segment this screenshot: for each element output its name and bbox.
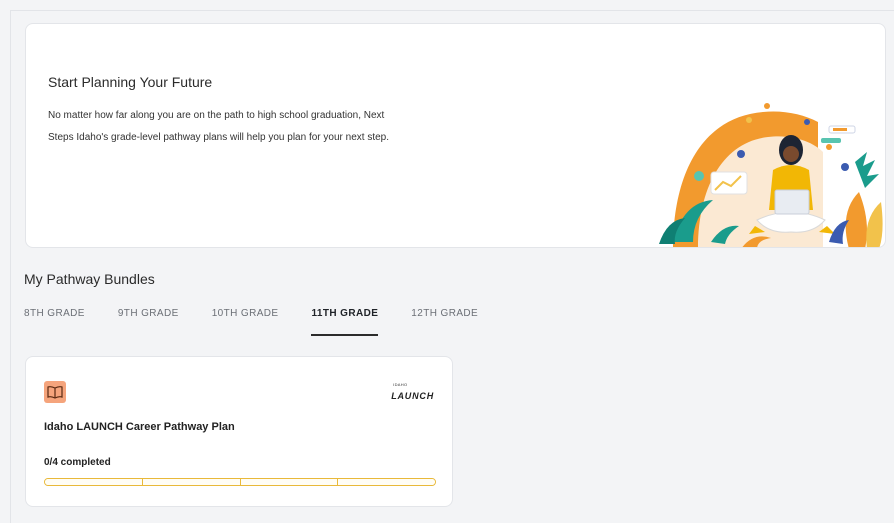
pathway-card[interactable]: IDAHO LAUNCH Idaho LAUNCH Career Pathway… bbox=[25, 356, 453, 507]
progress-segment bbox=[338, 479, 435, 485]
book-icon bbox=[44, 381, 66, 403]
card-title: Idaho LAUNCH Career Pathway Plan bbox=[44, 421, 235, 433]
progress-bar bbox=[44, 478, 436, 486]
logo-small-text: IDAHO bbox=[393, 382, 408, 387]
idaho-launch-logo: IDAHO LAUNCH bbox=[391, 383, 434, 403]
progress-segment bbox=[240, 479, 339, 485]
hero-title: Start Planning Your Future bbox=[48, 74, 213, 90]
tab-10th-grade[interactable]: 10TH GRADE bbox=[212, 308, 279, 336]
progress-segment bbox=[142, 479, 241, 485]
page: Start Planning Your Future No matter how… bbox=[10, 10, 894, 523]
hero-banner: Start Planning Your Future No matter how… bbox=[25, 23, 886, 248]
tab-11th-grade[interactable]: 11TH GRADE bbox=[311, 308, 379, 336]
tab-12th-grade[interactable]: 12TH GRADE bbox=[411, 308, 478, 336]
progress-text: 0/4 completed bbox=[44, 457, 111, 468]
section-title: My Pathway Bundles bbox=[24, 271, 155, 287]
progress-segment bbox=[45, 479, 143, 485]
grade-tabs: 8TH GRADE 9TH GRADE 10TH GRADE 11TH GRAD… bbox=[24, 308, 511, 336]
student-with-laptop-illustration bbox=[659, 103, 883, 247]
hero-description: No matter how far along you are on the p… bbox=[48, 110, 389, 143]
tab-9th-grade[interactable]: 9TH GRADE bbox=[118, 308, 179, 336]
tab-8th-grade[interactable]: 8TH GRADE bbox=[24, 308, 85, 336]
logo-big-text: LAUNCH bbox=[391, 391, 434, 401]
